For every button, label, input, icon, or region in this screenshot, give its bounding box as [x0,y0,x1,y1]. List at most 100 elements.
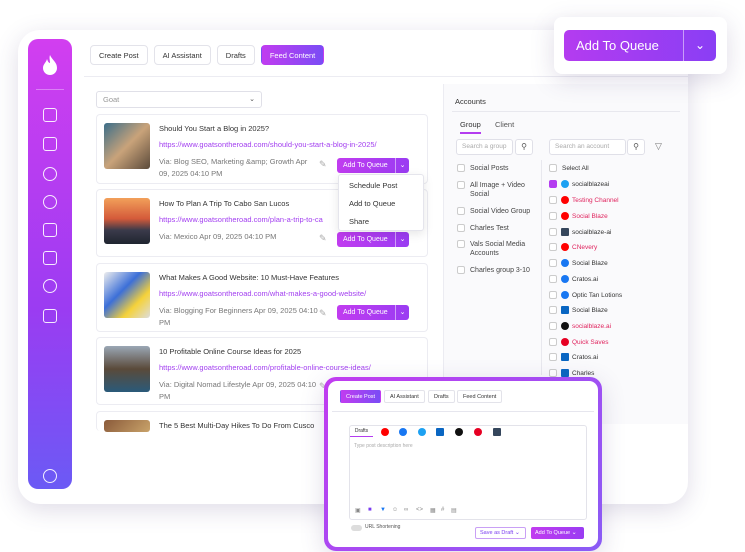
accounts-title: Accounts [455,97,486,106]
facebook-icon [561,291,569,299]
queue-dropdown-menu: Schedule Post Add to Queue Share [338,174,424,231]
twitter-icon[interactable] [418,428,426,436]
pinterest-icon [561,338,569,346]
card-thumbnail [104,123,150,169]
linkedin-icon[interactable] [436,428,444,436]
card-url[interactable]: https://www.goatsontheroad.com/what-make… [159,289,366,298]
emoji-icon[interactable]: ☺ [392,507,398,513]
tools-icon[interactable] [43,167,57,181]
sidebar [28,39,72,489]
code-icon[interactable]: <> [416,507,423,513]
linkedin-icon [561,306,569,314]
search-icon[interactable]: ⚲ [515,139,533,155]
edit-icon[interactable]: ✎ [319,233,327,244]
link-icon[interactable]: ∞ [404,507,408,513]
save-as-draft-button[interactable]: Save as Draft ⌄ [475,527,526,539]
edit-icon[interactable]: ✎ [319,308,327,319]
card-url[interactable]: https://www.goatsontheroad.com/should-yo… [159,140,377,149]
chevron-down-icon[interactable]: ⌄ [395,232,409,247]
inbox-icon[interactable] [43,251,57,265]
add-to-queue-button[interactable]: Add To Queue ⌄ [337,305,409,320]
card-url[interactable]: https://www.goatsontheroad.com/profitabl… [159,363,371,372]
popup-tab-ai-assistant[interactable]: AI Assistant [384,390,425,403]
youtube-icon [561,243,569,251]
menu-item-share[interactable]: Share [339,214,423,229]
tab-client[interactable]: Client [495,120,514,129]
tab-create-post[interactable]: Create Post [90,45,148,65]
facebook-icon[interactable] [399,428,407,436]
filter-icon[interactable]: ▽ [655,141,662,152]
card-via: Via: Mexico Apr 09, 2025 04:10 PM [159,232,277,241]
menu-item-schedule-post[interactable]: Schedule Post [339,178,423,193]
header-divider [84,76,688,77]
card-url[interactable]: https://www.goatsontheroad.com/plan-a-tr… [159,215,323,224]
card-title: How To Plan A Trip To Cabo San Lucos [159,199,290,208]
threads-icon [561,322,569,330]
accounts-divider [452,111,680,112]
upload-icon[interactable]: ▼ [380,507,386,513]
tumblr-icon[interactable] [493,428,501,436]
chevron-down-icon[interactable]: ⌄ [683,30,716,61]
card-title: The 5 Best Multi-Day Hikes To Do From Cu… [159,421,315,430]
grid-icon[interactable]: ▦ [430,507,436,514]
popup-tab-create-post[interactable]: Create Post [340,390,382,403]
card-title: Should You Start a Blog in 2025? [159,124,270,133]
logout-icon[interactable] [43,469,57,483]
media-icon[interactable]: ▤ [451,507,457,514]
facebook-icon [561,275,569,283]
youtube-icon [561,196,569,204]
menu-item-add-to-queue[interactable]: Add to Queue [339,196,423,211]
card-thumbnail [104,346,150,392]
url-shortening-toggle[interactable] [351,525,362,531]
youtube-icon[interactable] [381,428,389,436]
feed-select[interactable]: Goat ⌄ [96,91,262,108]
chevron-down-icon[interactable]: ⌄ [395,158,409,173]
panel-divider [541,160,542,375]
tab-drafts[interactable]: Drafts [216,45,255,65]
post-editor[interactable] [349,425,587,520]
analytics-icon[interactable] [43,223,57,237]
tab-group[interactable]: Group [460,120,481,134]
popup-tab-drafts[interactable]: Drafts [428,390,455,403]
card-title: What Makes A Good Website: 10 Must-Have … [159,273,339,282]
add-to-queue-button[interactable]: Add To Queue ⌄ [337,232,409,247]
card-via: Via: Blogging For Beginners Apr 09, 2025… [159,306,318,327]
editor-tab-drafts[interactable]: Drafts [350,426,373,437]
add-to-queue-button[interactable]: Add To Queue ⌄ [337,158,409,173]
linkedin-icon [561,369,569,377]
card-via: Via: Digital Nomad Lifestyle Apr 09, 202… [159,380,317,401]
search-icon[interactable]: ⚲ [627,139,645,155]
dashboard-icon[interactable] [43,108,57,122]
image-icon[interactable]: ▣ [355,507,361,514]
flame-logo-icon [43,55,57,75]
card-title: 10 Profitable Online Course Ideas for 20… [159,347,302,356]
twitter-icon [561,180,569,188]
card-thumbnail [104,272,150,318]
post-description-placeholder: Type post description here [354,443,413,449]
account-search-input[interactable]: Search an account [549,139,626,155]
popup-tab-feed-content[interactable]: Feed Content [457,390,503,403]
card-via: Via: Blog SEO, Marketing &amp; Growth Ap… [159,157,308,178]
tab-ai-assistant[interactable]: AI Assistant [153,45,211,65]
edit-icon[interactable]: ✎ [319,159,327,170]
network-icon[interactable] [43,195,57,209]
canva-icon[interactable]: ■ [368,507,372,513]
tab-feed-content[interactable]: Feed Content [260,45,325,65]
chevron-down-icon: ⌄ [571,530,577,536]
monitor-icon[interactable] [43,309,57,323]
linkedin-icon [561,353,569,361]
chevron-down-icon[interactable]: ⌄ [395,305,409,320]
group-search-input[interactable]: Search a group [456,139,513,155]
pinterest-icon[interactable] [474,428,482,436]
compose-icon[interactable] [43,137,57,151]
add-to-queue-big-button[interactable]: Add To Queue ⌄ [564,30,716,61]
facebook-icon [561,259,569,267]
hashtag-icon[interactable]: # [441,507,444,513]
chevron-down-icon: ⌄ [514,530,520,536]
feed-select-value: Goat [103,95,120,104]
tiktok-icon[interactable] [455,428,463,436]
card-thumbnail [104,198,150,244]
team-icon[interactable] [43,279,57,293]
popup-add-to-queue-button[interactable]: Add To Queue ⌄ [531,527,584,539]
tumblr-icon [561,228,569,236]
